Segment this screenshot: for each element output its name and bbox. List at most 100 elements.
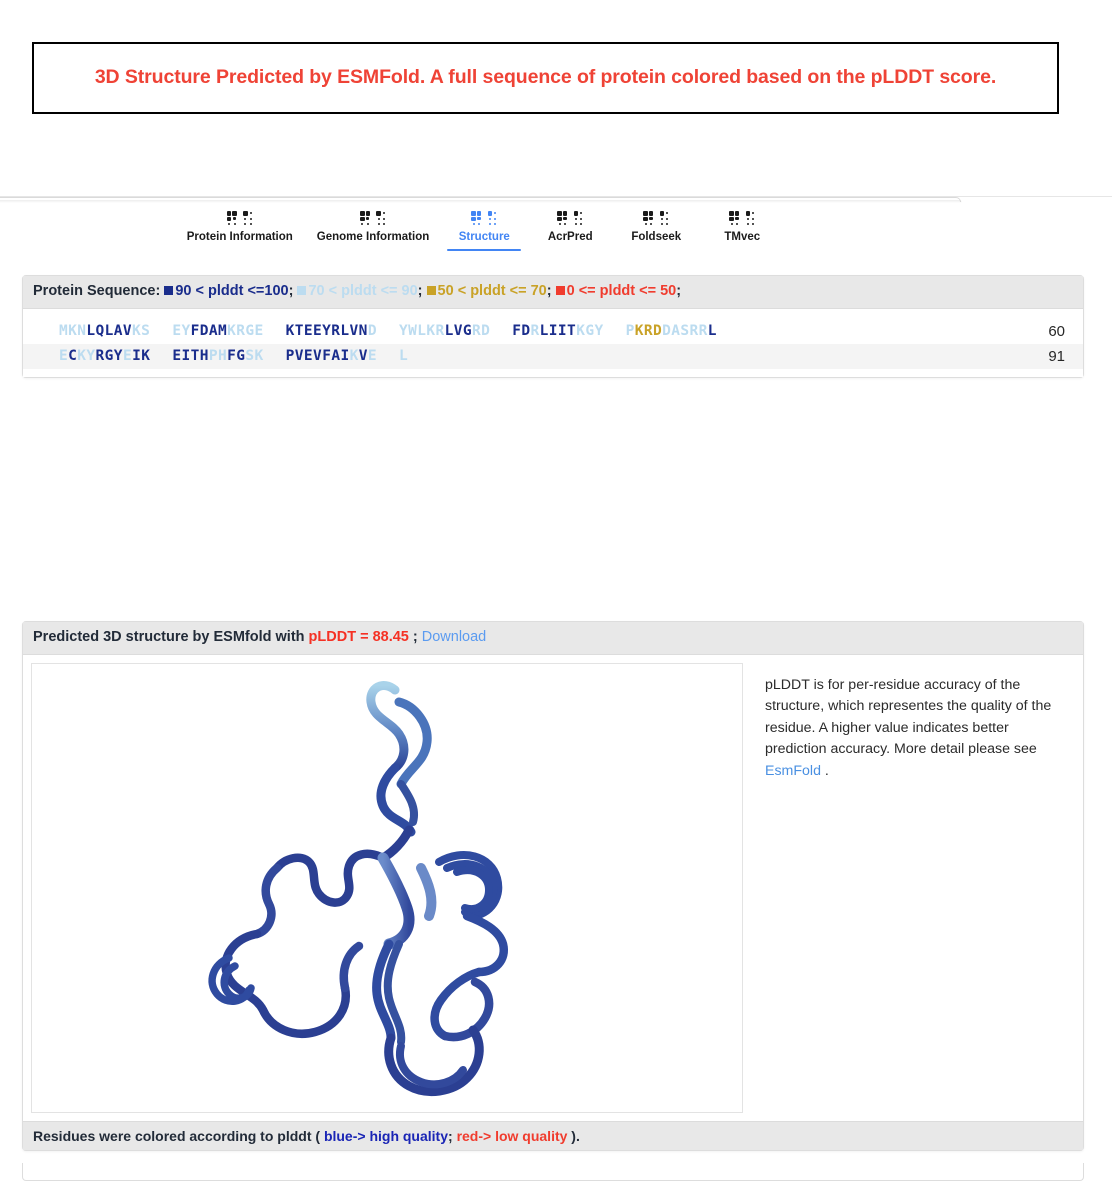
- tab-label: Foldseek: [631, 231, 682, 243]
- dot-matrix-icon: [643, 211, 669, 226]
- page-title: 3D Structure Predicted by ESMFold. A ful…: [94, 66, 997, 89]
- sequence-chunk: MKNLQLAVKS: [59, 323, 150, 339]
- plddt-note-suffix: .: [820, 762, 829, 779]
- residue-segment-high: P: [625, 323, 635, 340]
- sequence-chunks: ECKYRGYEIK EITHPHFGSK PVEVFAIKVE L: [59, 348, 1025, 364]
- residue-segment-very-high: LIIT: [539, 323, 577, 340]
- sequence-chunk: PKRDDASRRL: [626, 323, 717, 339]
- residue-segment-very-high: IK: [132, 348, 151, 365]
- structure-header-prefix: Predicted 3D structure by ESMfold with: [33, 629, 309, 645]
- legend-high: 70 < plddt <= 90: [297, 283, 418, 299]
- residue-segment-high: K: [349, 348, 359, 365]
- residue-segment-high: PH: [208, 348, 228, 365]
- sequence-row: ECKYRGYEIK EITHPHFGSK PVEVFAIKVE L 91: [23, 343, 1083, 369]
- legend-swatch-icon: [297, 286, 307, 295]
- protein-ribbon-diagram: [208, 680, 508, 1096]
- legend-medium: 50 < plddt <= 70: [426, 283, 547, 299]
- residue-segment-high: E: [367, 348, 378, 365]
- sequence-chunks: MKNLQLAVKS EYFDAMKRGE KTEEYRLVND YWLKRLVGRD…: [59, 323, 1025, 339]
- residue-segment-very-high: EITH: [172, 348, 209, 365]
- residue-segment-very-high: LVG: [444, 323, 472, 340]
- viewport-shadow: [0, 200, 962, 203]
- esmfold-link[interactable]: EsmFold: [765, 763, 821, 779]
- legend-separator: ;: [676, 283, 682, 299]
- residue-segment-very-high: FDAM: [190, 323, 228, 340]
- residue-segment-high: E: [59, 348, 69, 365]
- residue-segment-very-high: L: [707, 323, 717, 340]
- tab-genome-information[interactable]: Genome Information: [305, 205, 441, 243]
- legend-text: 0 <= plddt <= 50: [566, 283, 677, 299]
- legend-very-high: 90 < plddt <=100: [164, 283, 289, 299]
- tab-label: AcrPred: [547, 231, 593, 243]
- sequence-chunk: EITHPHFGSK: [172, 348, 263, 364]
- sequence-chunk: EYFDAMKRGE: [172, 323, 263, 339]
- footer-suffix: ).: [567, 1127, 580, 1144]
- plddt-explanation: pLDDT is for per-residue accuracy of the…: [743, 663, 1075, 1113]
- page-title-banner: 3D Structure Predicted by ESMFold. A ful…: [32, 42, 1059, 114]
- legend-text: 50 < plddt <= 70: [437, 283, 547, 299]
- tab-tmvec[interactable]: TMvec: [699, 205, 785, 243]
- sequence-chunk: YWLKRLVGRD: [399, 323, 490, 339]
- sequence-chunk: KTEEYRLVND: [286, 323, 377, 339]
- footer-blue-label: blue-> high quality: [323, 1127, 448, 1144]
- protein-sequence-body: MKNLQLAVKS EYFDAMKRGE KTEEYRLVND YWLKRLVGRD…: [23, 308, 1083, 377]
- residue-segment-high: D: [367, 323, 377, 340]
- page-bottom-strip: [22, 1163, 1084, 1181]
- tab-foldseek[interactable]: Foldseek: [613, 205, 699, 243]
- app-content-shell: Protein Information Genome Information S…: [0, 196, 1112, 1181]
- residue-segment-high: R: [530, 323, 540, 340]
- plddt-note-text: pLDDT is for per-residue accuracy of the…: [765, 676, 1052, 758]
- residue-segment-high: SK: [245, 348, 264, 365]
- tab-protein-information[interactable]: Protein Information: [175, 205, 305, 243]
- sequence-position-index: 91: [1048, 347, 1065, 365]
- dot-matrix-icon: [360, 211, 386, 226]
- residue-segment-medium: KRD: [634, 323, 663, 340]
- residue-segment-high: KR: [426, 323, 445, 340]
- tab-label: Protein Information: [186, 231, 293, 243]
- residue-segment-high: L: [399, 348, 409, 365]
- sequence-chunk: L: [399, 348, 408, 364]
- residue-segment-high: KS: [132, 323, 151, 340]
- residue-segment-high: KRG: [227, 323, 255, 340]
- residue-segment-very-high: C: [68, 348, 78, 365]
- residue-segment-high: EY: [172, 323, 191, 340]
- tab-label: Structure: [458, 231, 510, 243]
- residue-segment-high: YWL: [398, 323, 427, 340]
- tab-label: Genome Information: [316, 231, 430, 243]
- legend-text: 90 < plddt <=100: [175, 283, 289, 299]
- legend-low: 0 <= plddt <= 50: [555, 283, 677, 299]
- main-tab-bar: Protein Information Genome Information S…: [0, 205, 960, 261]
- residue-segment-very-high: RGY: [95, 348, 123, 365]
- download-link[interactable]: Download: [422, 629, 487, 645]
- legend-text: 70 < plddt <= 90: [308, 283, 418, 299]
- residue-segment-high: RD: [472, 323, 491, 340]
- legend-separator: ;: [288, 283, 294, 299]
- dot-matrix-icon: [471, 211, 497, 226]
- dot-matrix-icon: [729, 211, 755, 226]
- sequence-chunk: ECKYRGYEIK: [59, 348, 150, 364]
- legend-swatch-icon: [426, 286, 436, 295]
- structure-body: pLDDT is for per-residue accuracy of the…: [23, 654, 1083, 1121]
- legend-separator: ;: [546, 283, 552, 299]
- residue-segment-high: E: [122, 348, 133, 365]
- structure-3d-viewer[interactable]: [31, 662, 743, 1113]
- residue-segment-high: KY: [77, 348, 96, 365]
- residue-segment-very-high: FG: [227, 348, 246, 365]
- residue-segment-very-high: FD: [512, 323, 531, 340]
- residue-segment-very-high: LQ: [86, 323, 105, 340]
- sequence-position-index: 60: [1048, 322, 1065, 340]
- protein-sequence-label: Protein Sequence:: [33, 283, 161, 299]
- residue-segment-high: E: [254, 323, 264, 340]
- sequence-chunk: PVEVFAIKVE: [286, 348, 377, 364]
- residue-segment-very-high: V: [358, 348, 368, 365]
- residue-segment-high: DASRR: [662, 323, 708, 340]
- footer-red-label: red-> low quality: [456, 1127, 568, 1144]
- tab-structure[interactable]: Structure: [441, 205, 527, 251]
- legend-swatch-icon: [164, 286, 174, 295]
- legend-swatch-icon: [555, 286, 565, 295]
- dot-matrix-icon: [226, 211, 253, 226]
- predicted-structure-card: Predicted 3D structure by ESMfold with p…: [22, 621, 1084, 1151]
- residue-segment-very-high: LAV: [104, 323, 133, 340]
- sequence-row: MKNLQLAVKS EYFDAMKRGE KTEEYRLVND YWLKRLVGRD…: [23, 319, 1083, 344]
- tab-acrpred[interactable]: AcrPred: [527, 205, 613, 243]
